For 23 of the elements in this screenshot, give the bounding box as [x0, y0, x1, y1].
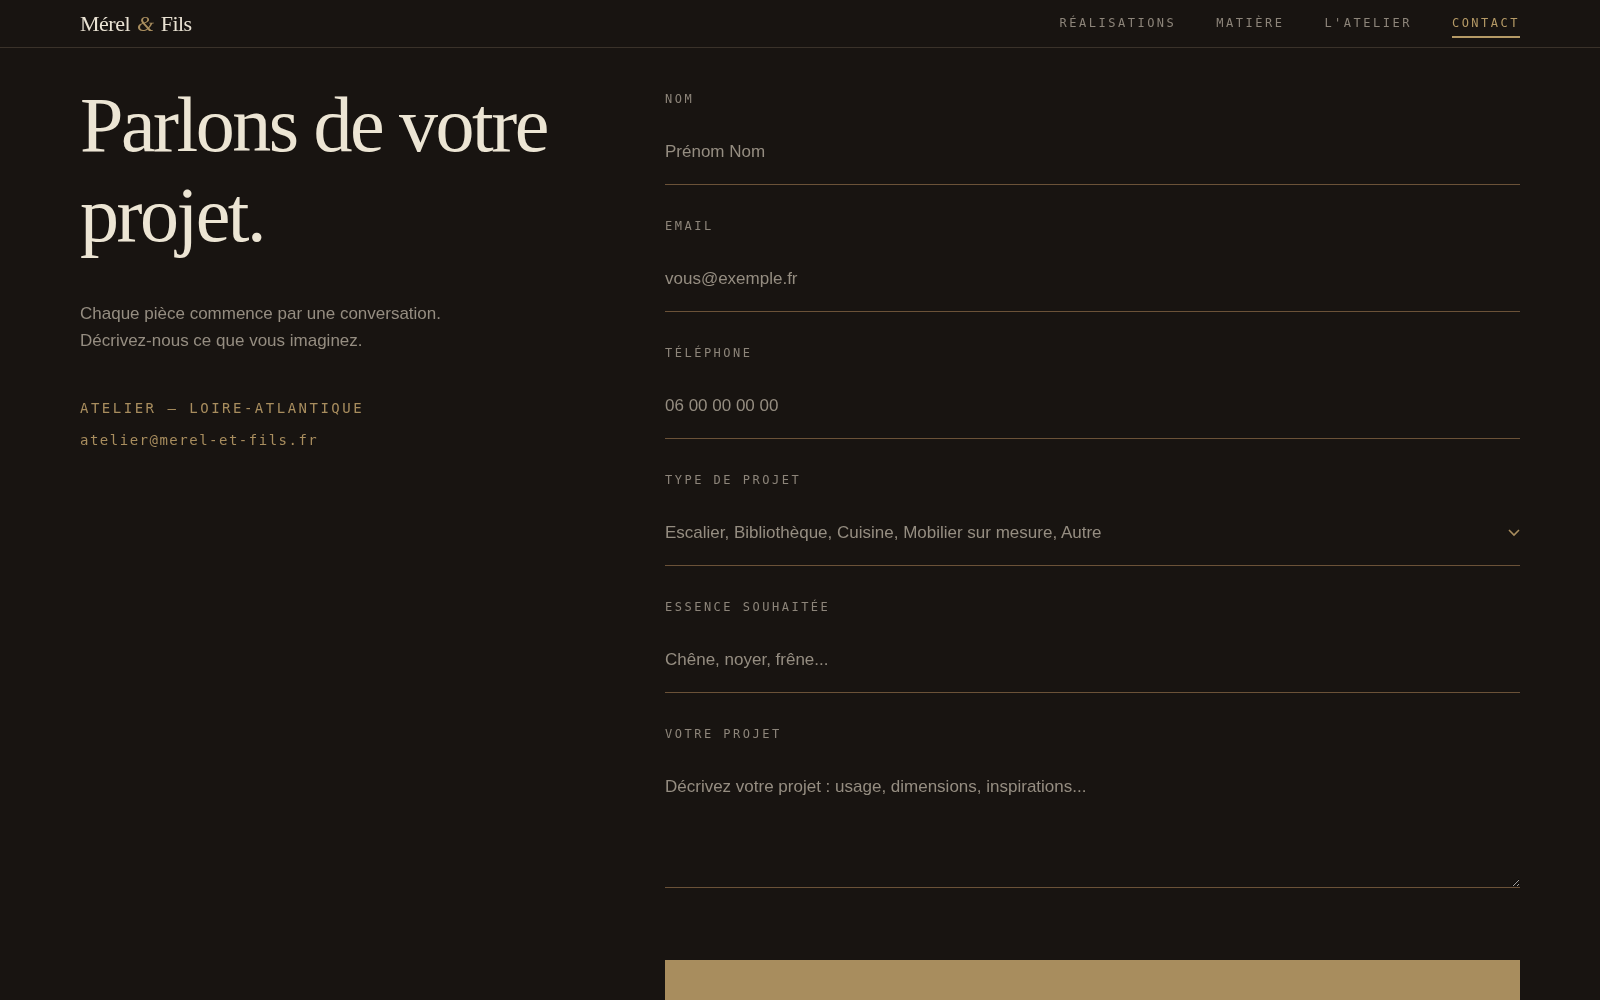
- text-input[interactable]: Prénom Nom: [665, 132, 1520, 185]
- intro-text: Chaque pièce commence par une conversation. Décrivez-nous ce que vous imaginez.: [80, 303, 442, 352]
- field-label: EMAIL: [665, 219, 715, 233]
- text-input[interactable]: vous@exemple.fr: [665, 259, 1520, 312]
- field-label: ESSENCE SOUHAITÉE: [665, 600, 832, 614]
- field-label: NOM: [665, 92, 696, 106]
- nav-link[interactable]: RÉALISATIONS: [1059, 9, 1177, 38]
- chevron-down-icon: [1508, 529, 1520, 537]
- submit-button[interactable]: [665, 960, 1520, 1000]
- field-label: VOTRE PROJET: [665, 727, 783, 741]
- nav-link[interactable]: L'ATELIER: [1324, 9, 1412, 38]
- location-text: ATELIER — LOIRE-ATLANTIQUE: [80, 400, 366, 416]
- nav-link[interactable]: MATIÈRE: [1216, 9, 1285, 38]
- text-input[interactable]: Chêne, noyer, frêne...: [665, 640, 1520, 693]
- logo[interactable]: Mérel & Fils: [80, 10, 192, 37]
- text-input[interactable]: 06 00 00 00 00: [665, 386, 1520, 439]
- field-label: TÉLÉPHONE: [665, 346, 754, 360]
- page-title: Parlons de votre projet.: [80, 80, 548, 260]
- message-textarea[interactable]: Décrivez votre projet : usage, dimensions, inspirations...: [665, 767, 1520, 888]
- nav-link[interactable]: CONTACT: [1451, 9, 1520, 38]
- email-link[interactable]: atelier@merel-et-fils.fr: [80, 432, 319, 448]
- field-label: TYPE DE PROJET: [665, 473, 803, 487]
- project-type-select[interactable]: Escalier, Bibliothèque, Cuisine, Mobilier sur mesure, Autre: [665, 513, 1520, 566]
